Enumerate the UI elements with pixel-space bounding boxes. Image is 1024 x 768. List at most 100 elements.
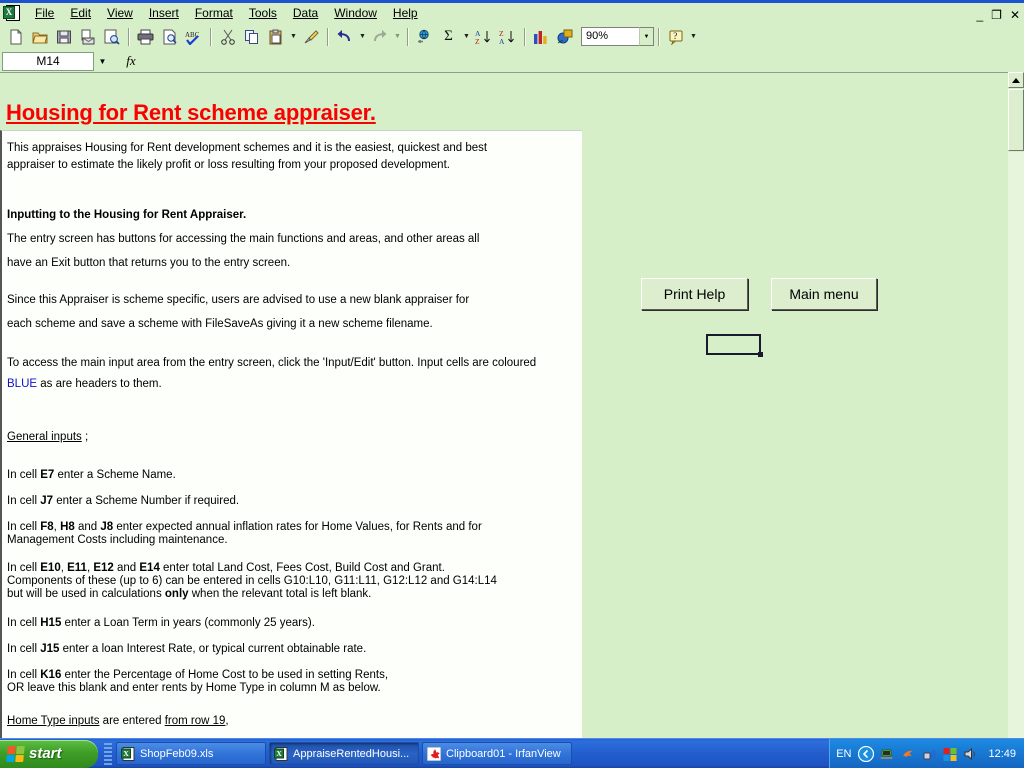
svg-text:Z: Z (475, 37, 480, 45)
menu-item-file[interactable]: File (27, 5, 62, 22)
standard-toolbar: ABC ▼ ▼ ▼ Σ ▼ AZ Z A 90% ▼ ? ▼ (0, 23, 1024, 50)
taskbar-item-appraiserentedhousing[interactable]: X AppraiseRentedHousi... (269, 742, 419, 765)
spelling-icon[interactable]: ABC (182, 26, 205, 48)
zoom-input[interactable]: 90% (581, 27, 639, 46)
home-type-inputs-mid: are entered (99, 715, 165, 727)
toolbar-separator (658, 27, 660, 46)
help-dropdown-icon[interactable]: ▼ (688, 26, 699, 48)
scrollbar-thumb[interactable] (1008, 89, 1024, 151)
worksheet-area[interactable]: Housing for Rent scheme appraiser. This … (0, 72, 1024, 738)
print-help-button[interactable]: Print Help (641, 278, 748, 310)
taskbar-clock[interactable]: 12:49 (988, 748, 1016, 760)
menu-bar: X File Edit View Insert Format Tools Dat… (0, 3, 1024, 23)
windows-update-icon[interactable] (942, 746, 958, 762)
taskbar-item-shopfeb09[interactable]: X ShopFeb09.xls (116, 742, 266, 765)
menu-item-insert[interactable]: Insert (141, 5, 187, 22)
start-button-label: start (29, 745, 62, 762)
help-icon[interactable]: ? (664, 26, 687, 48)
copy-icon[interactable] (240, 26, 263, 48)
help-line-e10-2: Components of these (up to 6) can be ent… (7, 575, 497, 587)
menu-item-view[interactable]: View (99, 5, 141, 22)
help-line-f8-1: In cell F8, H8 and J8 enter expected ann… (7, 521, 482, 533)
name-box-dropdown-icon[interactable]: ▼ (94, 52, 111, 71)
menu-item-edit[interactable]: Edit (62, 5, 99, 22)
cut-icon[interactable] (216, 26, 239, 48)
home-type-inputs-end: , (225, 715, 229, 727)
name-box[interactable]: M14 (2, 51, 94, 71)
menu-item-help[interactable]: Help (385, 5, 426, 22)
help-line-scheme-1: Since this Appraiser is scheme specific,… (7, 294, 470, 306)
help-heading-general-inputs: General inputs ; (7, 431, 88, 444)
chart-wizard-icon[interactable] (530, 26, 553, 48)
toolbar-separator (524, 27, 526, 46)
save-icon[interactable] (52, 26, 75, 48)
help-line-e10-3: but will be used in calculations only wh… (7, 588, 372, 600)
hyperlink-icon[interactable] (413, 26, 436, 48)
vertical-scrollbar[interactable] (1008, 72, 1024, 738)
sort-descending-icon[interactable]: ZA (496, 26, 519, 48)
menu-item-data[interactable]: Data (285, 5, 326, 22)
taskbar-grip[interactable] (104, 742, 112, 765)
volume-icon[interactable] (963, 746, 979, 762)
scrollbar-track[interactable] (1008, 152, 1024, 738)
menu-item-window-label: Window (334, 5, 377, 20)
main-menu-button[interactable]: Main menu (771, 278, 877, 310)
paste-icon[interactable] (264, 26, 287, 48)
format-painter-icon[interactable] (299, 26, 322, 48)
menu-item-window[interactable]: Window (326, 5, 385, 22)
menu-item-data-label: Data (292, 5, 319, 20)
excel-window: X File Edit View Insert Format Tools Dat… (0, 0, 1024, 768)
menu-item-format[interactable]: Format (187, 5, 241, 22)
search-icon[interactable] (100, 26, 123, 48)
undo-dropdown-icon[interactable]: ▼ (357, 26, 368, 48)
menu-item-file-label: File (35, 5, 55, 20)
redo-icon (368, 26, 391, 48)
wireless-icon[interactable] (921, 746, 937, 762)
print-icon[interactable] (134, 26, 157, 48)
paste-dropdown-icon[interactable]: ▼ (288, 26, 299, 48)
taskbar-item-clipboard01-irfanview[interactable]: Clipboard01 - IrfanView (422, 742, 572, 765)
language-indicator[interactable]: EN (836, 748, 851, 760)
drawing-icon[interactable] (554, 26, 577, 48)
help-line-access-2-rest: as are headers to them. (37, 378, 162, 390)
undo-icon[interactable] (333, 26, 356, 48)
help-line-j7: In cell J7 enter a Scheme Number if requ… (7, 495, 240, 507)
toolbar-separator (407, 27, 409, 46)
help-line-k16-1: In cell K16 enter the Percentage of Home… (7, 669, 389, 681)
svg-text:X: X (276, 749, 282, 758)
insert-function-icon[interactable]: fx (111, 52, 151, 71)
autosum-icon[interactable]: Σ (437, 26, 460, 48)
help-line-entry-2: have an Exit button that returns you to … (7, 257, 291, 269)
system-tray: EN 12:49 (829, 738, 1024, 768)
scroll-up-icon[interactable] (1008, 72, 1024, 88)
mail-recipient-icon[interactable] (76, 26, 99, 48)
menu-item-tools[interactable]: Tools (241, 5, 285, 22)
print-preview-icon[interactable] (158, 26, 181, 48)
excel-icon: X (274, 746, 288, 761)
svg-text:X: X (123, 749, 129, 758)
zoom-dropdown-icon[interactable]: ▼ (639, 27, 654, 46)
toolbar-separator (210, 27, 212, 46)
menu-item-view-label: View (107, 5, 133, 20)
taskbar: start X ShopFeb09.xls X AppraiseRentedHo… (0, 738, 1024, 768)
irfanview-tray-icon[interactable] (900, 746, 916, 762)
redo-dropdown-icon: ▼ (394, 33, 401, 40)
toolbar-separator (128, 27, 130, 46)
autosum-dropdown-icon[interactable]: ▼ (461, 26, 472, 48)
network-icon[interactable] (879, 746, 895, 762)
new-icon[interactable] (4, 26, 27, 48)
start-button[interactable]: start (0, 739, 98, 768)
menu-item-format-label: Format (194, 5, 233, 20)
window-controls: _ ❐ ✕ (976, 6, 1020, 24)
general-inputs-semicolon: ; (81, 431, 89, 443)
selected-cell-m14[interactable] (706, 334, 763, 357)
general-inputs-label: General inputs (7, 431, 82, 443)
sort-ascending-icon[interactable]: AZ (472, 26, 495, 48)
close-icon[interactable]: ✕ (1010, 9, 1020, 21)
open-icon[interactable] (28, 26, 51, 48)
help-line-entry-1: The entry screen has buttons for accessi… (7, 233, 480, 245)
formula-input[interactable] (151, 51, 1024, 71)
minimize-icon[interactable]: _ (976, 9, 983, 21)
messenger-icon[interactable] (858, 745, 875, 762)
restore-icon[interactable]: ❐ (991, 9, 1002, 21)
